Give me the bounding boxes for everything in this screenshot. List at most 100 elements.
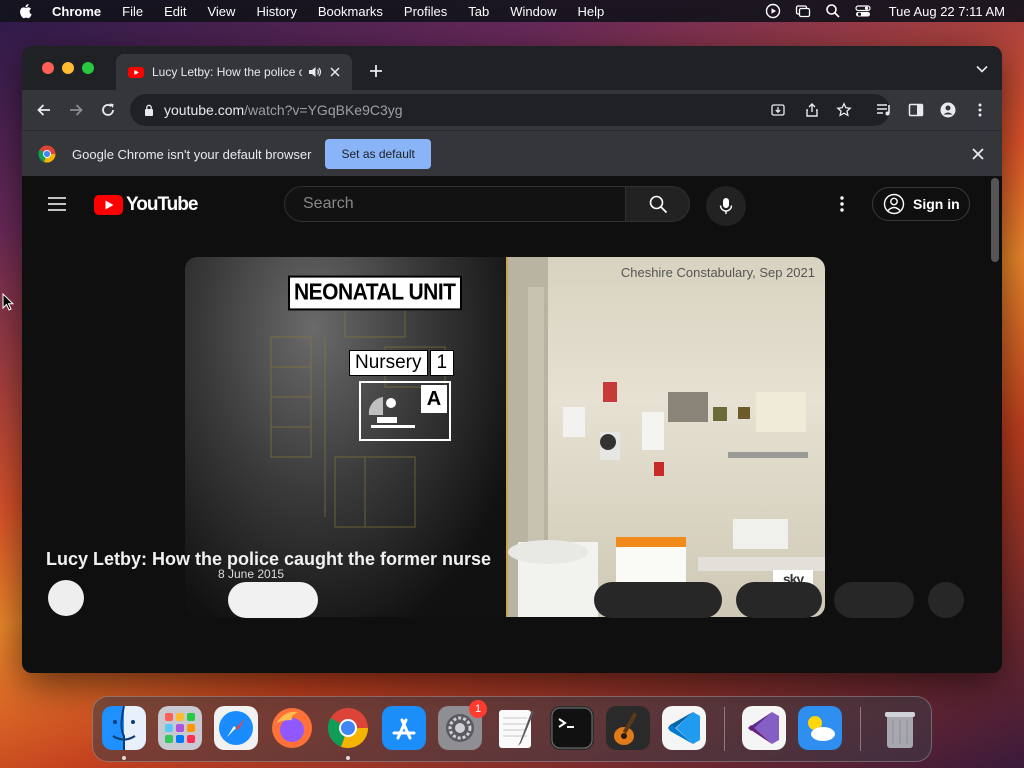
terminal-icon[interactable]	[550, 706, 594, 750]
microphone-icon	[719, 198, 733, 214]
chrome-icon[interactable]	[326, 706, 370, 750]
new-tab-plus-icon[interactable]	[369, 64, 383, 78]
tab-title: Lucy Letby: How the police caught the fo…	[152, 65, 302, 79]
menu-view[interactable]: View	[207, 4, 235, 19]
cot-figure-icon	[368, 397, 415, 428]
video-title: Lucy Letby: How the police caught the fo…	[46, 549, 492, 569]
media-queue-icon[interactable]	[876, 102, 892, 118]
window-close-button[interactable]	[42, 62, 54, 74]
nursery-room-diagram: A	[359, 381, 451, 441]
weather-icon[interactable]	[798, 706, 842, 750]
nursery-number: 1	[429, 350, 455, 376]
youtube-logo[interactable]: YouTube	[94, 194, 198, 216]
youtube-play-logo-icon	[94, 195, 123, 215]
hospital-ward-scene	[508, 257, 825, 617]
play-circle-icon[interactable]	[765, 3, 781, 19]
dock-separator	[724, 707, 725, 751]
chrome-window: Lucy Letby: How the police caught the fo…	[22, 46, 1002, 673]
side-panel-icon[interactable]	[908, 102, 924, 118]
like-dislike-pill[interactable]	[594, 582, 722, 618]
apple-icon[interactable]	[18, 3, 32, 19]
visual-studio-icon[interactable]	[742, 706, 786, 750]
menu-bookmarks[interactable]: Bookmarks	[318, 4, 383, 19]
lock-icon[interactable]	[144, 104, 154, 116]
search-box	[284, 186, 626, 222]
tab-youtube-video[interactable]: Lucy Letby: How the police caught the fo…	[116, 54, 352, 90]
menu-tab[interactable]: Tab	[468, 4, 489, 19]
settings-kebab-icon[interactable]	[840, 196, 844, 212]
nursery-label: Nursery 1	[349, 350, 455, 376]
search-icon	[649, 195, 667, 214]
macos-menu-bar: Chrome File Edit View History Bookmarks …	[0, 0, 1024, 22]
tab-search-chevron-down-icon[interactable]	[976, 65, 988, 73]
app-store-icon[interactable]	[382, 706, 426, 750]
more-actions-pill[interactable]	[928, 582, 964, 618]
hamburger-menu-icon[interactable]	[48, 197, 66, 211]
vscode-icon[interactable]	[662, 706, 706, 750]
set-as-default-button[interactable]: Set as default	[325, 139, 431, 169]
tab-audio-icon[interactable]	[308, 65, 322, 79]
search-button[interactable]	[626, 186, 690, 222]
video-ward-photo-panel: Cheshire Constabulary, Sep 2021 sky news	[506, 257, 825, 617]
control-center-icon[interactable]	[855, 3, 871, 19]
scrollbar-thumb[interactable]	[991, 178, 999, 262]
window-minimize-button[interactable]	[62, 62, 74, 74]
back-arrow-icon[interactable]	[36, 102, 52, 118]
infobar-close-icon[interactable]	[972, 148, 984, 160]
youtube-header: YouTube Sign in	[22, 176, 988, 232]
tab-strip: Lucy Letby: How the police caught the fo…	[22, 46, 1002, 90]
url-host: youtube.com	[164, 102, 245, 118]
textedit-icon[interactable]	[494, 706, 538, 750]
menu-window[interactable]: Window	[510, 4, 556, 19]
menu-history[interactable]: History	[256, 4, 296, 19]
window-zoom-button[interactable]	[82, 62, 94, 74]
chrome-running-dot	[346, 756, 350, 760]
system-settings-badge: 1	[469, 700, 487, 718]
menu-app-chrome[interactable]: Chrome	[52, 4, 101, 19]
infobar-message: Google Chrome isn't your default browser	[72, 146, 312, 162]
install-app-icon[interactable]	[770, 102, 786, 118]
neonatal-unit-caption: NEONATAL UNIT	[288, 275, 462, 311]
menu-edit[interactable]: Edit	[164, 4, 186, 19]
chrome-menu-kebab-icon[interactable]	[972, 102, 988, 118]
firefox-icon[interactable]	[270, 706, 314, 750]
forward-arrow-icon[interactable]	[68, 102, 84, 118]
garageband-icon[interactable]	[606, 706, 650, 750]
dock-separator-trash	[860, 707, 861, 751]
address-bar[interactable]: youtube.com/watch?v=YGqBKe9C3yg	[130, 94, 890, 126]
screen-mirroring-icon[interactable]	[795, 3, 811, 19]
finder-icon[interactable]	[102, 706, 146, 750]
menu-profiles[interactable]: Profiles	[404, 4, 447, 19]
youtube-page: YouTube Sign in	[22, 176, 1002, 673]
address-url[interactable]: youtube.com/watch?v=YGqBKe9C3yg	[164, 102, 403, 118]
source-caption: Cheshire Constabulary, Sep 2021	[620, 265, 815, 280]
channel-avatar[interactable]	[48, 580, 84, 616]
subscribe-button[interactable]	[228, 582, 318, 618]
account-circle-icon	[883, 193, 905, 215]
profile-avatar-icon[interactable]	[940, 102, 956, 118]
menu-file[interactable]: File	[122, 4, 143, 19]
youtube-favicon-icon	[128, 66, 144, 78]
menu-bar-clock[interactable]: Tue Aug 22 7:11 AM	[889, 4, 1005, 19]
page-scrollbar[interactable]	[988, 176, 1002, 673]
voice-search-button[interactable]	[706, 186, 746, 226]
download-pill[interactable]	[834, 582, 914, 618]
finder-running-dot	[122, 756, 126, 760]
share-pill[interactable]	[736, 582, 822, 618]
default-browser-infobar: Google Chrome isn't your default browser…	[22, 130, 1002, 177]
chrome-logo-icon	[38, 145, 56, 163]
nursery-name: Nursery	[349, 350, 428, 376]
launchpad-icon[interactable]	[158, 706, 202, 750]
menu-help[interactable]: Help	[578, 4, 605, 19]
safari-icon[interactable]	[214, 706, 258, 750]
bookmark-star-icon[interactable]	[836, 102, 852, 118]
reload-icon[interactable]	[100, 102, 116, 118]
sign-in-label: Sign in	[913, 196, 960, 212]
spotlight-search-icon[interactable]	[825, 3, 841, 19]
tab-close-icon[interactable]	[330, 67, 340, 77]
search-input[interactable]	[301, 194, 605, 214]
browser-toolbar: youtube.com/watch?v=YGqBKe9C3yg	[22, 90, 1002, 130]
trash-icon[interactable]	[878, 706, 922, 750]
share-icon[interactable]	[804, 102, 820, 118]
sign-in-button[interactable]: Sign in	[872, 187, 970, 221]
